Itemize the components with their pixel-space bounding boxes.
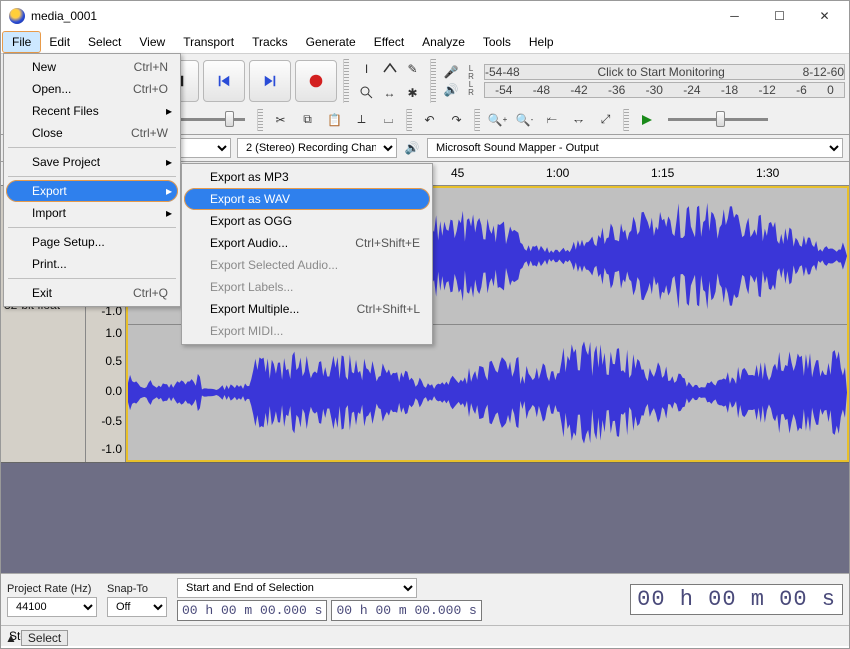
menu-tracks[interactable]: Tracks xyxy=(243,32,297,52)
submenu-arrow-icon: ▸ xyxy=(166,155,172,169)
maximize-button[interactable]: ☐ xyxy=(757,2,802,30)
play-at-speed-button[interactable] xyxy=(635,108,658,131)
menu-item-exit[interactable]: ExitCtrl+Q xyxy=(6,282,178,304)
meter-lr-label: LR xyxy=(466,81,476,97)
playback-speed-slider[interactable] xyxy=(668,118,768,121)
toolbar-grip[interactable] xyxy=(257,109,263,131)
speaker-icon: 🔊 xyxy=(442,81,460,99)
record-button[interactable] xyxy=(295,60,337,102)
submenu-arrow-icon: ▸ xyxy=(166,184,172,198)
menu-help[interactable]: Help xyxy=(520,32,563,52)
trim-button[interactable]: ⟂ xyxy=(350,108,373,131)
toolbar-grip[interactable] xyxy=(406,109,412,131)
selection-end-time[interactable]: 00 h 00 m 00.000 s xyxy=(331,600,481,621)
menu-separator xyxy=(8,227,176,228)
audio-position-time[interactable]: 00 h 00 m 00 s xyxy=(630,584,843,615)
project-rate-select[interactable]: 44100 xyxy=(7,597,97,617)
silence-button[interactable]: ⌴ xyxy=(377,108,400,131)
menu-item-close[interactable]: CloseCtrl+W xyxy=(6,122,178,144)
export-submenu: Export as MP3 Export as WAV Export as OG… xyxy=(181,163,433,345)
zoom-out-button[interactable]: 🔍- xyxy=(513,108,536,131)
menu-effect[interactable]: Effect xyxy=(365,32,413,52)
snap-to-select[interactable]: Off xyxy=(107,597,167,617)
select-button[interactable]: Select xyxy=(21,630,68,646)
undo-button[interactable]: ↶ xyxy=(418,108,441,131)
menu-item-recent-files[interactable]: Recent Files▸ xyxy=(6,100,178,122)
selection-toolbar: Project Rate (Hz) 44100 Snap-To Off Star… xyxy=(1,573,849,625)
toolbar-grip[interactable] xyxy=(430,59,436,103)
menu-item-export-mp3[interactable]: Export as MP3 xyxy=(184,166,430,188)
fit-selection-button[interactable]: ⥒ xyxy=(540,108,563,131)
menu-item-print[interactable]: Print... xyxy=(6,253,178,275)
menu-bar: File Edit Select View Transport Tracks G… xyxy=(1,31,849,53)
menu-item-new[interactable]: NewCtrl+N xyxy=(6,56,178,78)
menu-item-export[interactable]: Export▸ xyxy=(6,180,178,202)
meter-lr-label: LR xyxy=(466,65,476,81)
draw-tool-button[interactable]: ✎ xyxy=(401,57,424,80)
copy-button[interactable]: ⧉ xyxy=(296,108,319,131)
cut-button[interactable]: ✂ xyxy=(269,108,292,131)
redo-button[interactable]: ↷ xyxy=(445,108,468,131)
menu-tools[interactable]: Tools xyxy=(474,32,520,52)
recording-meter[interactable]: -54-48Click to Start Monitoring8-12-60 xyxy=(484,64,845,80)
selection-mode-select[interactable]: Start and End of Selection xyxy=(177,578,417,598)
track-empty-area[interactable] xyxy=(1,463,849,573)
skip-start-button[interactable] xyxy=(203,60,245,102)
recording-channels-select[interactable]: 2 (Stereo) Recording Chann xyxy=(237,138,397,158)
playback-meter[interactable]: -54-48-42-36-30-24-18-12-60 xyxy=(484,82,845,98)
toolbar-grip[interactable] xyxy=(474,109,480,131)
zoom-tool-button[interactable] xyxy=(355,81,378,104)
menu-edit[interactable]: Edit xyxy=(40,32,79,52)
menu-separator xyxy=(8,176,176,177)
snap-to-label: Snap-To xyxy=(107,583,167,595)
toolbar-grip[interactable] xyxy=(623,109,629,131)
toolbar-grip[interactable] xyxy=(343,59,349,103)
menu-analyze[interactable]: Analyze xyxy=(413,32,474,52)
file-menu-dropdown: NewCtrl+N Open...Ctrl+O Recent Files▸ Cl… xyxy=(3,53,181,307)
window-title: media_0001 xyxy=(31,9,712,23)
menu-item-export-ogg[interactable]: Export as OGG xyxy=(184,210,430,232)
zoom-toggle-button[interactable]: ⤢ xyxy=(594,108,617,131)
fit-project-button[interactable]: ⥐ xyxy=(567,108,590,131)
submenu-arrow-icon: ▸ xyxy=(166,104,172,118)
mic-icon: 🎤 xyxy=(442,63,460,81)
speaker-icon: 🔊 xyxy=(403,139,421,157)
multi-tool-button[interactable]: ✱ xyxy=(401,81,424,104)
app-icon xyxy=(9,8,25,24)
menu-item-save-project[interactable]: Save Project▸ xyxy=(6,151,178,173)
menu-generate[interactable]: Generate xyxy=(297,32,365,52)
playback-device-select[interactable]: Microsoft Sound Mapper - Output xyxy=(427,138,843,158)
skip-end-button[interactable] xyxy=(249,60,291,102)
menu-item-import[interactable]: Import▸ xyxy=(6,202,178,224)
menu-select[interactable]: Select xyxy=(79,32,130,52)
menu-item-export-audio[interactable]: Export Audio...Ctrl+Shift+E xyxy=(184,232,430,254)
selection-start-time[interactable]: 00 h 00 m 00.000 s xyxy=(177,600,327,621)
status-bar: Stopped. xyxy=(1,625,849,646)
menu-item-export-labels: Export Labels... xyxy=(184,276,430,298)
menu-transport[interactable]: Transport xyxy=(174,32,243,52)
selection-tool-button[interactable]: I xyxy=(355,57,378,80)
submenu-arrow-icon: ▸ xyxy=(166,206,172,220)
timeshift-tool-button[interactable]: ↔ xyxy=(378,81,401,104)
menu-item-open[interactable]: Open...Ctrl+O xyxy=(6,78,178,100)
menu-separator xyxy=(8,278,176,279)
collapse-icon[interactable]: ▲ xyxy=(5,631,17,645)
menu-view[interactable]: View xyxy=(130,32,174,52)
menu-item-export-selected: Export Selected Audio... xyxy=(184,254,430,276)
minimize-button[interactable]: ─ xyxy=(712,2,757,30)
menu-separator xyxy=(8,147,176,148)
zoom-in-button[interactable]: 🔍+ xyxy=(486,108,509,131)
paste-button[interactable]: 📋 xyxy=(323,108,346,131)
menu-item-export-midi: Export MIDI... xyxy=(184,320,430,342)
project-rate-label: Project Rate (Hz) xyxy=(7,583,97,595)
menu-item-export-wav[interactable]: Export as WAV xyxy=(184,188,430,210)
envelope-tool-button[interactable] xyxy=(378,57,401,80)
close-button[interactable]: ✕ xyxy=(802,2,847,30)
menu-file[interactable]: File xyxy=(3,32,40,52)
menu-item-export-multiple[interactable]: Export Multiple...Ctrl+Shift+L xyxy=(184,298,430,320)
menu-item-page-setup[interactable]: Page Setup... xyxy=(6,231,178,253)
title-bar: media_0001 ─ ☐ ✕ xyxy=(1,1,849,31)
